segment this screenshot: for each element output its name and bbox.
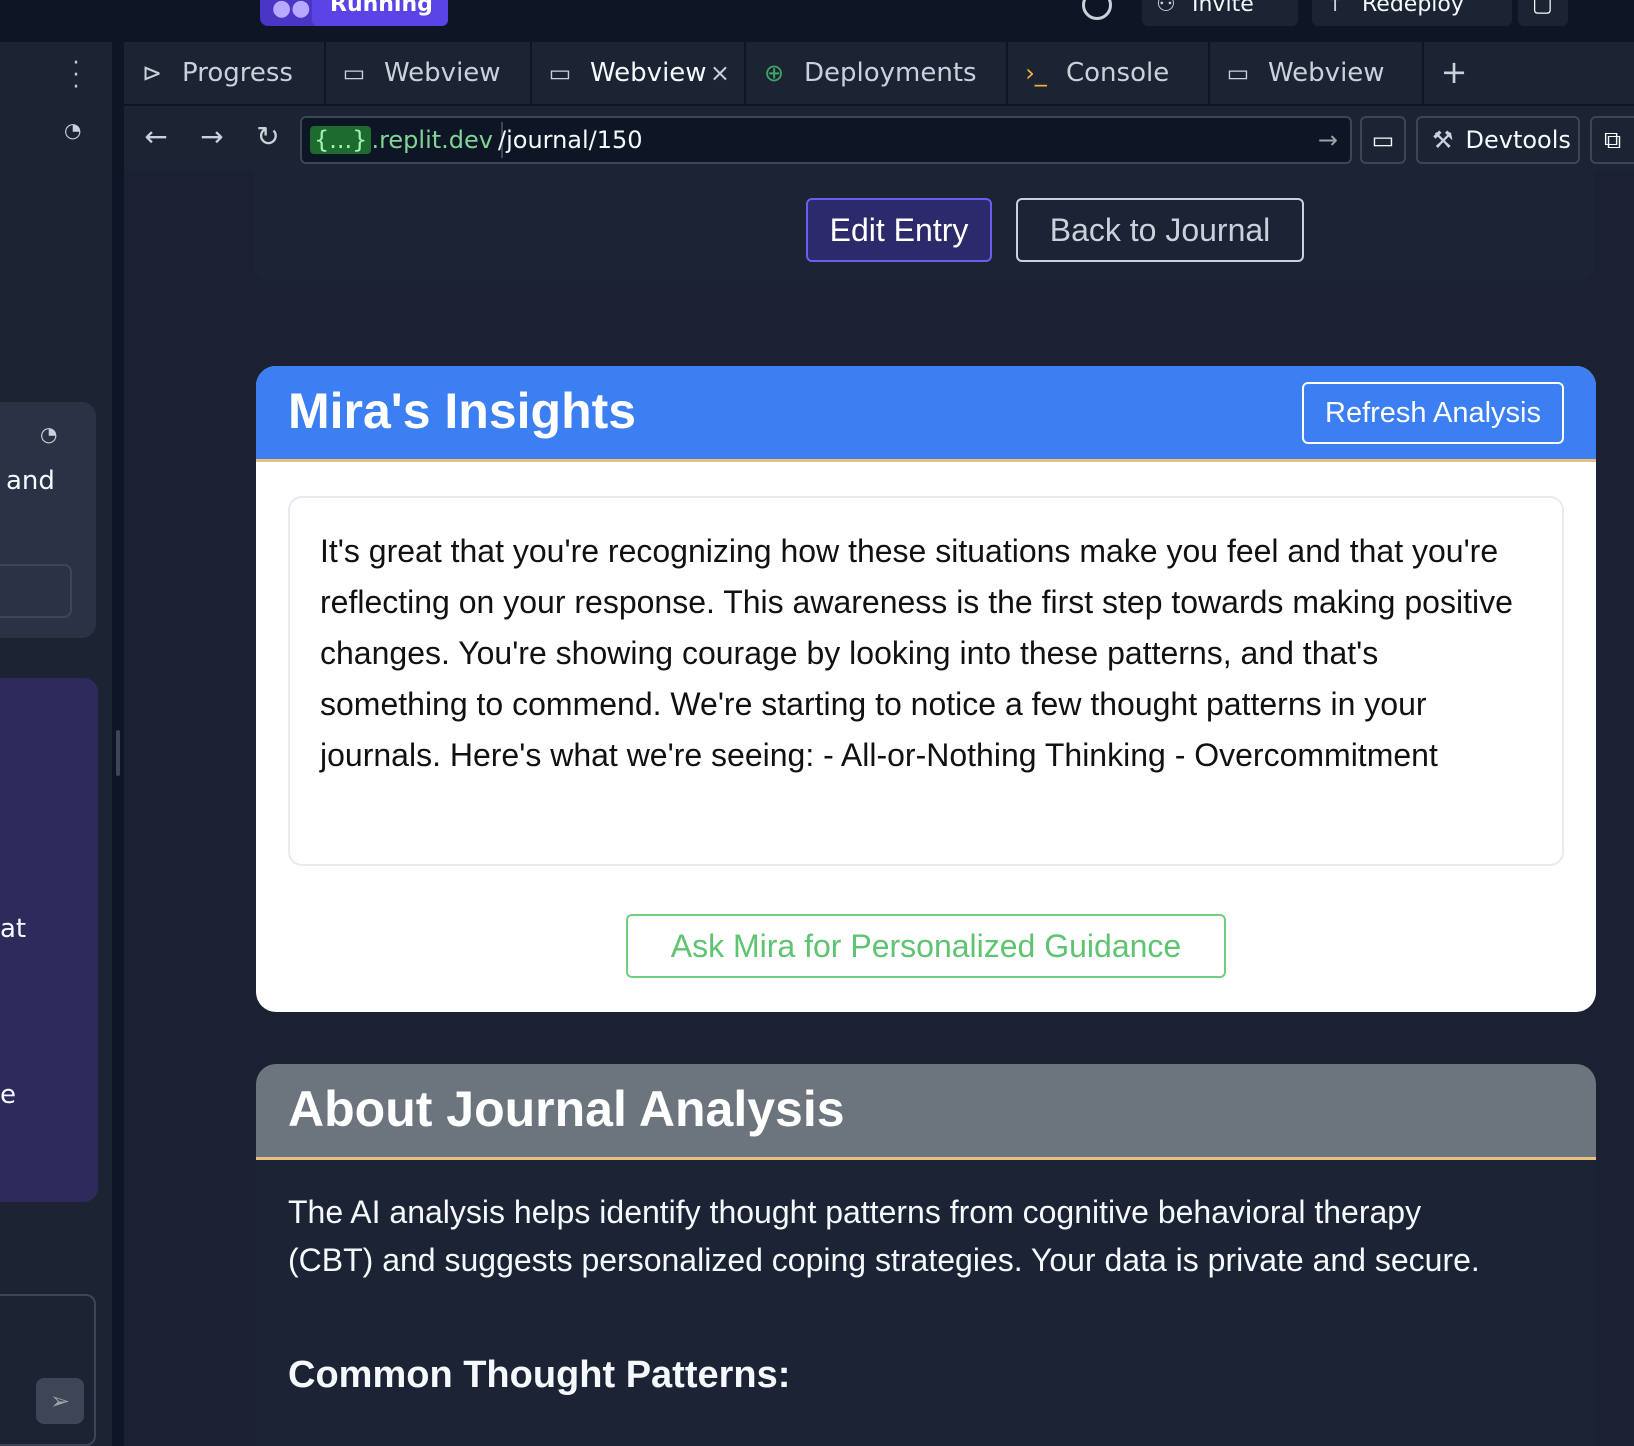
terminal-icon: ›_ bbox=[1025, 59, 1047, 87]
deploy-icon: ⊕ bbox=[763, 59, 785, 87]
monitor-icon: ▭ bbox=[1226, 59, 1250, 87]
wrench-icon: ⚒ bbox=[1432, 126, 1454, 154]
url-host: {...} .replit.dev bbox=[310, 122, 503, 158]
tab-progress[interactable]: ⊳ Progress bbox=[124, 42, 326, 104]
add-tab-icon[interactable]: + bbox=[1424, 42, 1484, 104]
deploy-icon: ↑ bbox=[1326, 0, 1345, 17]
invite-button[interactable]: ⚇ Invite bbox=[1142, 0, 1298, 26]
url-field[interactable]: {...} .replit.dev /journal/150 → bbox=[300, 116, 1352, 164]
tab-webview-active[interactable]: ▭ Webview × bbox=[532, 42, 746, 104]
devtools-label: Devtools bbox=[1465, 126, 1571, 154]
replit-logo-icon: ●● bbox=[272, 0, 311, 21]
tab-label: Webview bbox=[590, 58, 707, 88]
insights-title: Mira's Insights bbox=[288, 383, 637, 439]
tab-label: Progress bbox=[182, 58, 293, 88]
reload-icon[interactable]: ↻ bbox=[250, 120, 286, 153]
entry-card: Edit Entry Back to Journal bbox=[254, 170, 1594, 280]
chat-composer[interactable]: ➢ bbox=[0, 1294, 96, 1446]
tab-label: Webview bbox=[384, 58, 501, 88]
webview-address-bar: ← → ↻ {...} .replit.dev /journal/150 → ▭ … bbox=[124, 104, 1634, 170]
chat-message-card-highlight: at e bbox=[0, 678, 98, 1202]
url-domain: .replit.dev bbox=[371, 126, 493, 154]
tab-deployments[interactable]: ⊕ Deployments bbox=[746, 42, 1008, 104]
go-arrow-icon[interactable]: → bbox=[1318, 122, 1338, 158]
tab-webview-3[interactable]: ▭ Webview bbox=[1210, 42, 1424, 104]
external-link-icon: ⧉ bbox=[1604, 126, 1622, 154]
about-header: About Journal Analysis bbox=[256, 1064, 1596, 1160]
insights-header: Mira's Insights Refresh Analysis bbox=[256, 366, 1596, 462]
pane-tabs: ⊳ Progress ▭ Webview ▭ Webview × ⊕ Deplo… bbox=[124, 42, 1634, 104]
user-icon: ⚇ bbox=[1156, 0, 1176, 17]
devtools-button[interactable]: ⚒ Devtools bbox=[1416, 116, 1580, 164]
chat-message-text: and bbox=[6, 466, 55, 496]
more-options-icon[interactable]: · · · bbox=[70, 53, 82, 99]
chat-message-card: ◔ and bbox=[0, 402, 96, 638]
back-to-journal-button[interactable]: Back to Journal bbox=[1016, 198, 1304, 262]
square-icon: ▢ bbox=[1532, 0, 1553, 17]
tab-console[interactable]: ›_ Console bbox=[1008, 42, 1210, 104]
panel-resize-handle[interactable] bbox=[116, 730, 120, 776]
about-text: The AI analysis helps identify thought p… bbox=[288, 1194, 1480, 1278]
monitor-icon: ▭ bbox=[342, 59, 366, 87]
webview-content: Edit Entry Back to Journal Mira's Insigh… bbox=[124, 170, 1634, 1446]
back-arrow-icon[interactable]: ← bbox=[138, 120, 174, 153]
refresh-analysis-button[interactable]: Refresh Analysis bbox=[1302, 382, 1564, 444]
workspace-top-bar: ●● Running ⚇ Invite ↑ Redeploy ▢ bbox=[0, 0, 1634, 42]
url-host-placeholder: {...} bbox=[310, 126, 372, 154]
thought-patterns-heading: Common Thought Patterns: bbox=[288, 1354, 791, 1396]
about-analysis-card: About Journal Analysis The AI analysis h… bbox=[256, 1064, 1596, 1446]
about-title: About Journal Analysis bbox=[288, 1081, 845, 1137]
chat-inline-input[interactable] bbox=[0, 564, 72, 618]
monitor-icon: ▭ bbox=[1371, 126, 1395, 154]
insights-card: Mira's Insights Refresh Analysis It's gr… bbox=[256, 366, 1596, 1012]
device-preview-button[interactable]: ▭ bbox=[1360, 116, 1406, 164]
send-icon[interactable]: ➢ bbox=[36, 1378, 84, 1424]
close-icon[interactable]: × bbox=[710, 59, 730, 87]
tab-label: Console bbox=[1066, 58, 1170, 88]
edit-entry-button[interactable]: Edit Entry bbox=[806, 198, 992, 262]
ask-mira-button[interactable]: Ask Mira for Personalized Guidance bbox=[626, 914, 1226, 978]
gauge-icon: ◔ bbox=[40, 422, 58, 446]
tab-label: Webview bbox=[1268, 58, 1385, 88]
invite-label: Invite bbox=[1192, 0, 1254, 17]
monitor-icon: ▭ bbox=[548, 59, 572, 87]
forward-arrow-icon[interactable]: → bbox=[194, 120, 230, 153]
redeploy-label: Redeploy bbox=[1362, 0, 1464, 17]
search-icon[interactable] bbox=[1082, 0, 1112, 20]
redeploy-button[interactable]: ↑ Redeploy bbox=[1312, 0, 1512, 26]
url-path[interactable]: /journal/150 bbox=[498, 122, 643, 158]
gauge-icon[interactable]: ◔ bbox=[64, 118, 81, 142]
workspace-menu-button[interactable]: ▢ bbox=[1518, 0, 1568, 26]
chat-message-text: at bbox=[0, 914, 27, 944]
tab-label: Deployments bbox=[804, 58, 977, 88]
agent-chat-panel: · · · ◔ ◔ and at e ➢ bbox=[0, 42, 112, 1446]
insights-body: It's great that you're recognizing how t… bbox=[288, 496, 1564, 866]
open-external-button[interactable]: ⧉ bbox=[1590, 116, 1634, 164]
tab-webview-1[interactable]: ▭ Webview bbox=[326, 42, 532, 104]
progress-icon: ⊳ bbox=[141, 59, 163, 87]
run-button[interactable]: Running bbox=[312, 0, 448, 26]
insights-text: It's great that you're recognizing how t… bbox=[320, 533, 1513, 773]
chat-message-text: e bbox=[0, 1080, 16, 1110]
